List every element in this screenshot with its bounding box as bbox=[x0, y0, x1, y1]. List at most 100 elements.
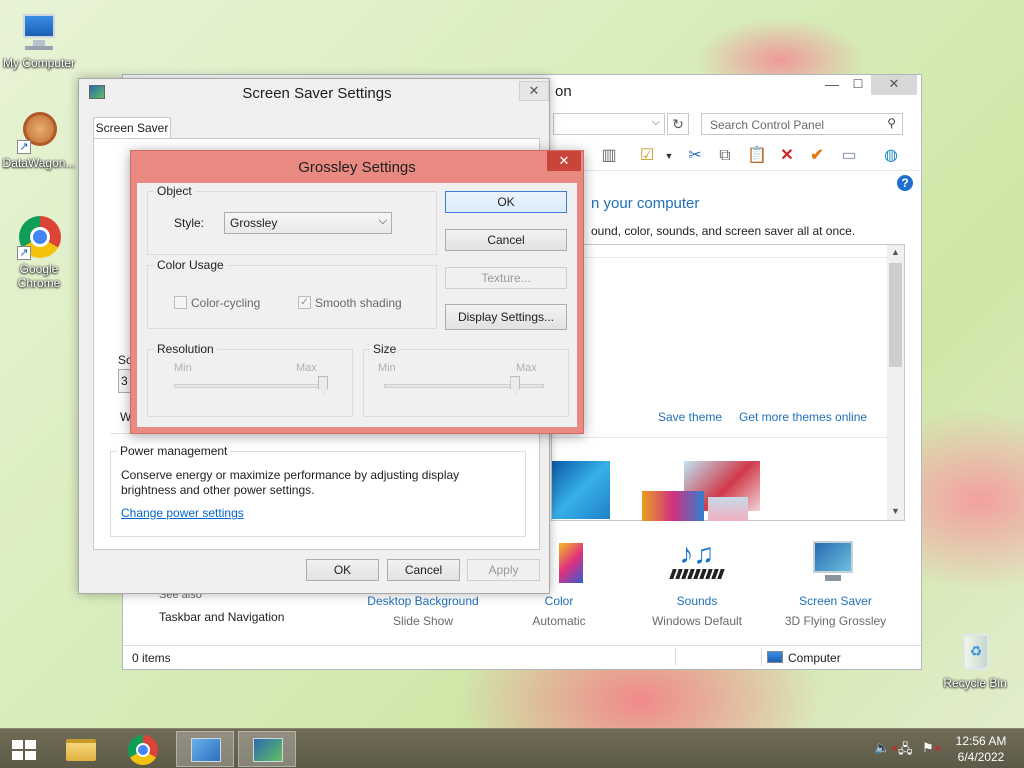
help-icon[interactable]: ? bbox=[897, 175, 913, 191]
chevron-down-icon: ⌵ bbox=[378, 215, 387, 227]
apply-button[interactable]: Apply bbox=[467, 559, 540, 581]
smooth-shading-checkbox[interactable]: ✓ bbox=[298, 296, 311, 309]
copy-icon[interactable]: ⧉ bbox=[713, 145, 737, 167]
desktop-icon-recycle-bin[interactable]: ♻ Recycle Bin bbox=[936, 630, 1014, 690]
folder-icon bbox=[66, 739, 96, 761]
power-management-text: brightness and other power settings. bbox=[121, 483, 315, 497]
close-button[interactable]: ✕ bbox=[519, 81, 549, 101]
chevron-up-icon[interactable]: ▲ bbox=[891, 247, 900, 257]
desktop-icon-datawagon[interactable]: ↗ DataWagon... bbox=[0, 110, 78, 170]
resolution-group-label: Resolution bbox=[154, 342, 217, 356]
chevron-down-icon[interactable]: ▼ bbox=[891, 506, 900, 516]
desktop-icon-chrome[interactable]: ↗ Google Chrome bbox=[0, 216, 78, 290]
dialog-title: Screen Saver Settings bbox=[242, 85, 392, 102]
paste-icon[interactable]: 📋 bbox=[745, 145, 769, 167]
search-box[interactable]: Search Control Panel ⚲ bbox=[701, 113, 903, 135]
size-group: Size Min Max bbox=[363, 342, 569, 417]
close-button[interactable]: ✕ bbox=[547, 151, 581, 171]
delete-icon[interactable]: ✕ bbox=[775, 145, 799, 167]
window-title-fragment: on bbox=[555, 83, 572, 100]
screen-saver-icon-stand bbox=[825, 575, 841, 581]
resolution-max-label: Max bbox=[296, 362, 317, 374]
check-icon[interactable]: ✔ bbox=[805, 145, 829, 167]
properties-icon[interactable]: ☑ bbox=[635, 145, 659, 167]
grossley-settings-dialog: Grossley Settings ✕ Object Style: Grossl… bbox=[130, 150, 584, 434]
chevron-down-icon[interactable]: ⌵ bbox=[652, 116, 660, 129]
display-settings-button[interactable]: Display Settings... bbox=[445, 304, 567, 330]
page-description-fragment: ound, color, sounds, and screen saver al… bbox=[591, 224, 856, 238]
texture-button[interactable]: Texture... bbox=[445, 267, 567, 289]
computer-small-icon bbox=[767, 651, 783, 663]
theme-thumbnail[interactable] bbox=[552, 461, 610, 519]
close-button[interactable]: ✕ bbox=[871, 75, 917, 95]
color-cycling-checkbox[interactable] bbox=[174, 296, 187, 309]
color-cycling-label: Color-cycling bbox=[191, 296, 261, 310]
resolution-slider[interactable] bbox=[174, 384, 324, 388]
sounds-title: Sounds bbox=[676, 594, 718, 608]
sounds-subtitle: Windows Default bbox=[651, 614, 743, 628]
recycle-bin-icon: ♻ bbox=[953, 630, 997, 674]
tab-screen-saver[interactable]: Screen Saver bbox=[93, 117, 171, 139]
dropdown-icon[interactable]: ▼ bbox=[657, 145, 681, 167]
taskbar-screen-saver[interactable] bbox=[238, 731, 296, 767]
style-label: Style: bbox=[174, 216, 205, 230]
more-themes-link[interactable]: Get more themes online bbox=[739, 410, 867, 424]
status-computer: Computer bbox=[788, 651, 841, 665]
size-slider-thumb[interactable] bbox=[510, 376, 521, 394]
chrome-icon-center bbox=[136, 743, 150, 757]
power-management-title: Power management bbox=[117, 444, 231, 458]
theme-thumbnail[interactable] bbox=[642, 491, 704, 521]
network-icon[interactable]: 🖧 bbox=[898, 740, 913, 762]
windows-logo-icon bbox=[12, 740, 36, 760]
taskbar-control-panel[interactable] bbox=[176, 731, 234, 767]
chrome-icon: ↗ bbox=[17, 216, 61, 260]
style-select[interactable]: Grossley ⌵ bbox=[224, 212, 392, 234]
toolbar: ▥ ☑ ▼ ✂ ⧉ 📋 ✕ ✔ ▭ ◍ bbox=[553, 141, 923, 171]
color-subtitle: Automatic bbox=[532, 614, 586, 628]
change-power-settings-link[interactable]: Change power settings bbox=[121, 506, 244, 520]
cancel-button[interactable]: Cancel bbox=[445, 229, 567, 251]
scrollbar-thumb[interactable] bbox=[889, 263, 902, 367]
object-group-label: Object bbox=[154, 184, 195, 198]
maximize-button[interactable]: ☐ bbox=[845, 75, 871, 95]
power-management-text: Conserve energy or maximize performance … bbox=[121, 468, 460, 482]
theme-thumbnail[interactable] bbox=[708, 497, 748, 521]
power-management-group: Power management Conserve energy or maxi… bbox=[110, 444, 526, 537]
action-center-icon[interactable]: ⚑✕ bbox=[922, 740, 942, 756]
desktop-icon-my-computer[interactable]: My Computer bbox=[0, 10, 78, 70]
desktop-icon-label: DataWagon... bbox=[2, 156, 76, 170]
cancel-button[interactable]: Cancel bbox=[387, 559, 460, 581]
layout-icon[interactable]: ▥ bbox=[597, 145, 621, 167]
resolution-group: Resolution Min Max bbox=[147, 342, 353, 417]
refresh-icon[interactable]: ↻ bbox=[667, 113, 689, 135]
cut-icon[interactable]: ✂ bbox=[683, 145, 707, 167]
taskbar-chrome[interactable] bbox=[114, 731, 172, 767]
control-panel-icon bbox=[191, 738, 221, 762]
screen-saver-title: Screen Saver bbox=[799, 594, 872, 608]
resolution-min-label: Min bbox=[174, 362, 192, 374]
globe-icon[interactable]: ◍ bbox=[879, 145, 903, 167]
size-max-label: Max bbox=[516, 362, 537, 374]
sounds-item[interactable]: ♪♫ Sounds Windows Default bbox=[637, 537, 757, 629]
ok-button[interactable]: OK bbox=[306, 559, 379, 581]
search-placeholder: Search Control Panel bbox=[710, 118, 825, 132]
volume-muted-icon[interactable]: 🔈✕ bbox=[874, 740, 899, 756]
minimize-button[interactable]: — bbox=[819, 75, 845, 95]
clock-time: 12:56 AM bbox=[955, 734, 1007, 748]
ok-button[interactable]: OK bbox=[445, 191, 567, 213]
rename-icon[interactable]: ▭ bbox=[837, 145, 861, 167]
themes-list[interactable]: Save theme Get more themes online ▲ ▼ bbox=[551, 244, 905, 521]
clock[interactable]: 12:56 AM 6/4/2022 bbox=[946, 733, 1016, 765]
scrollbar[interactable]: ▲ ▼ bbox=[887, 245, 904, 520]
color-title: Color bbox=[544, 594, 574, 608]
object-group: Object Style: Grossley ⌵ bbox=[147, 184, 437, 255]
address-bar[interactable]: ⌵ bbox=[553, 113, 665, 135]
taskbar-file-explorer[interactable] bbox=[52, 731, 110, 767]
screen-saver-subtitle: 3D Flying Grossley bbox=[784, 614, 887, 628]
taskbar-navigation-link[interactable]: Taskbar and Navigation bbox=[159, 610, 284, 624]
resolution-slider-thumb[interactable] bbox=[318, 376, 328, 394]
page-heading-fragment: n your computer bbox=[591, 195, 700, 212]
screen-saver-item[interactable]: Screen Saver 3D Flying Grossley bbox=[773, 537, 898, 628]
start-button[interactable] bbox=[0, 731, 48, 767]
save-theme-link[interactable]: Save theme bbox=[658, 410, 722, 424]
